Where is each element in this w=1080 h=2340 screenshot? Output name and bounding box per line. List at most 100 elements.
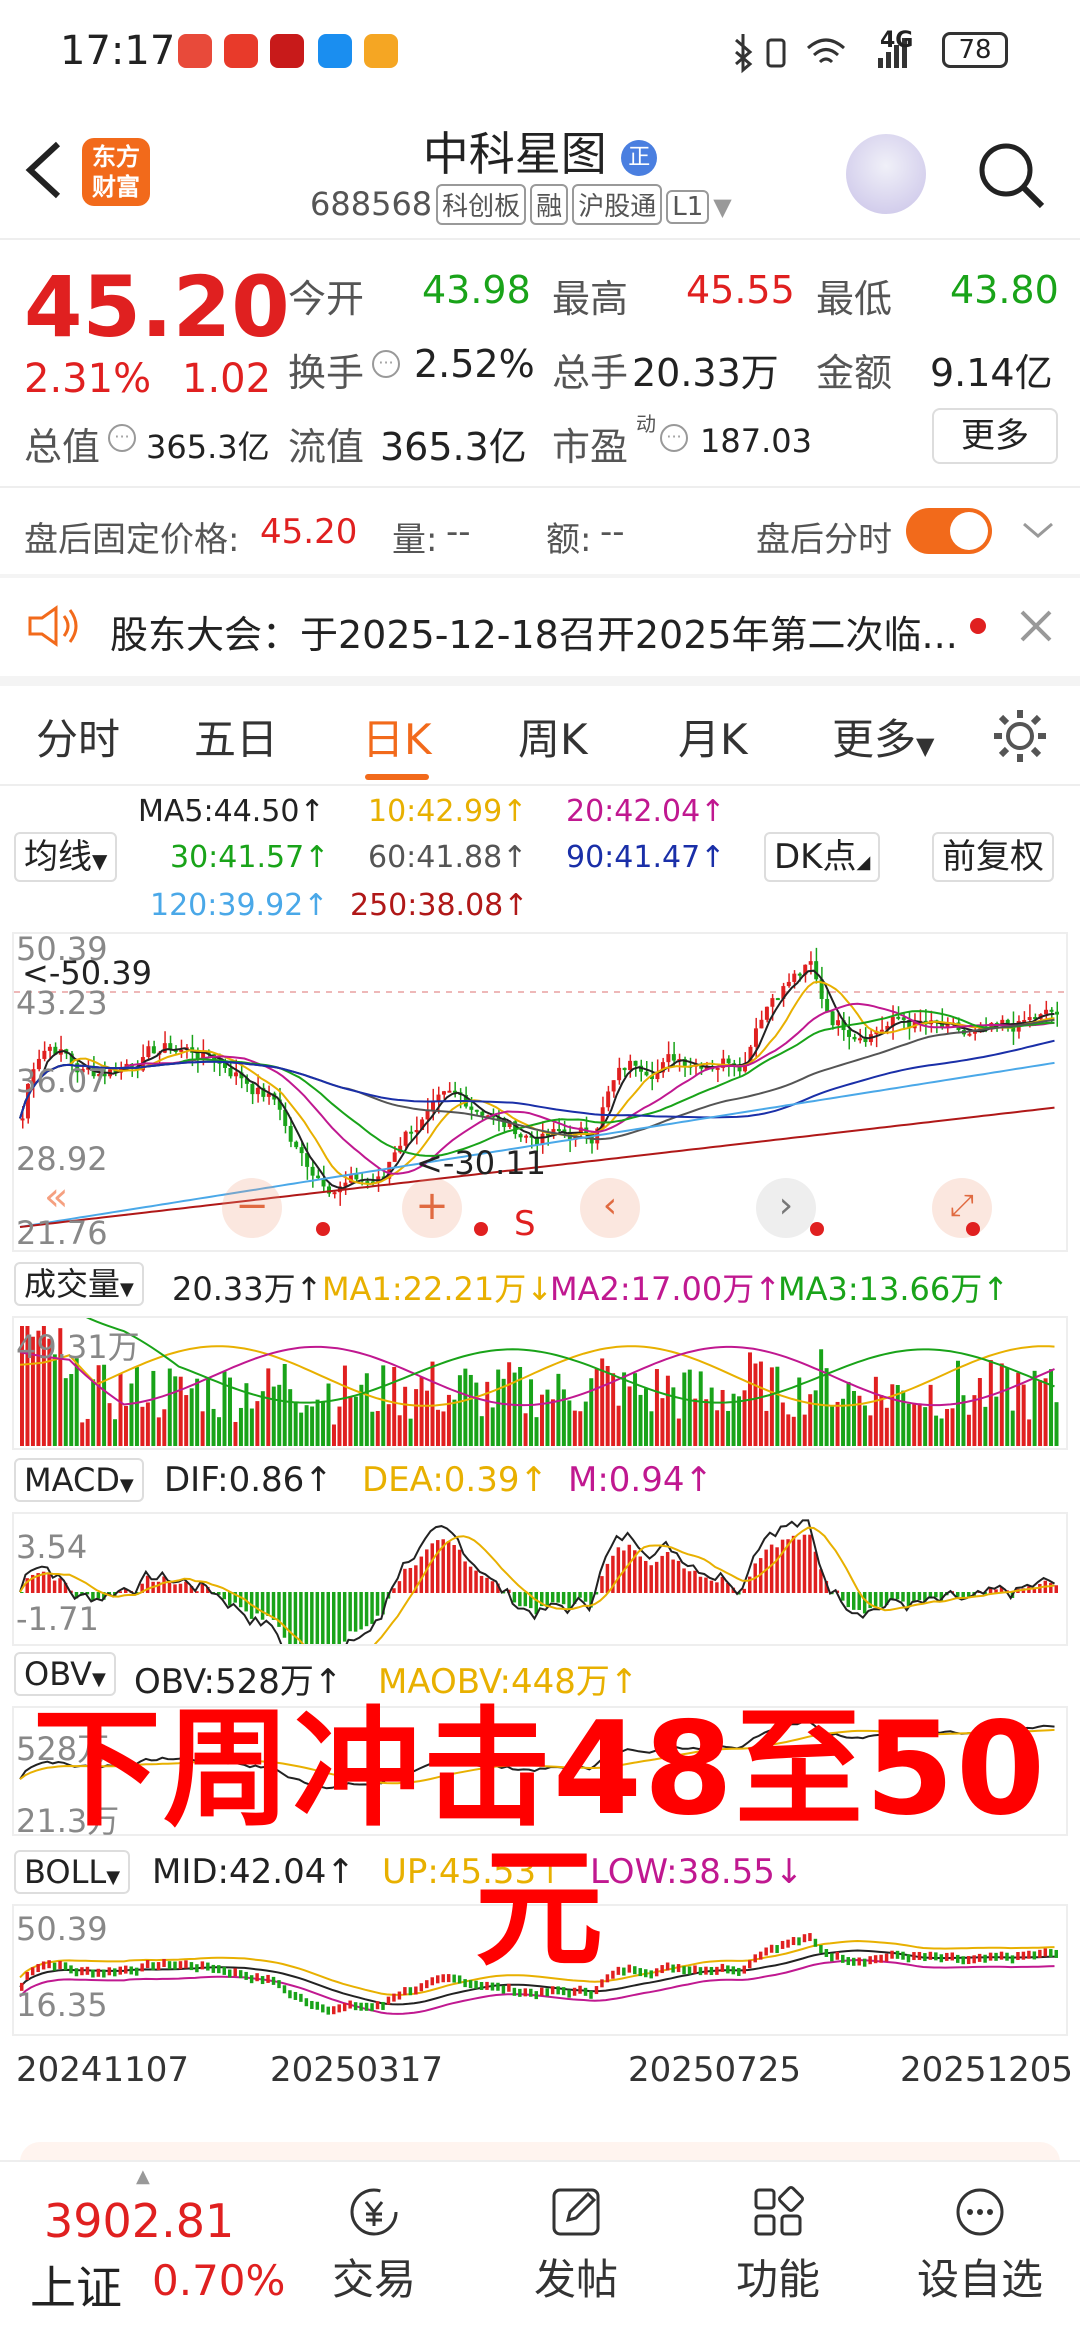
chevron-down-icon[interactable]: ▼	[713, 193, 731, 221]
search-icon[interactable]	[974, 138, 1048, 212]
info-icon[interactable]: ···	[660, 424, 688, 452]
boll-candle	[468, 1980, 473, 1989]
candle	[480, 1111, 485, 1116]
info-icon[interactable]: ···	[372, 350, 400, 378]
macd-histogram-bar	[627, 1544, 632, 1593]
volume-bar	[425, 1390, 430, 1446]
volume-bar	[824, 1368, 829, 1446]
macd-chart[interactable]: 3.54 -1.71	[12, 1512, 1068, 1646]
volume-bar	[852, 1390, 856, 1446]
volume-bar	[775, 1366, 780, 1446]
zoom-in-button[interactable]: +	[402, 1178, 462, 1238]
macd-histogram-bar	[173, 1584, 177, 1593]
notice-bar[interactable]: 股东大会：于2025-12-18召开2025年第二次临...	[0, 578, 1080, 674]
macd-histogram-bar	[282, 1592, 287, 1638]
macd-histogram-bar	[561, 1592, 566, 1605]
macd-histogram-bar	[200, 1583, 205, 1593]
boll-candle	[348, 2000, 352, 2009]
volume-bar	[654, 1369, 659, 1446]
tab-five-day[interactable]: 五日	[194, 706, 278, 767]
trade-button[interactable]: 交易	[304, 2184, 444, 2307]
kline-chart[interactable]: 50.39 43.23 36.07 28.92 21.76 <-50.39 <-…	[12, 930, 1068, 1252]
scroll-right-button[interactable]: ›	[756, 1178, 816, 1238]
scroll-left-fast-icon[interactable]: «	[44, 1174, 68, 1220]
volume-chart[interactable]: 49.31万	[12, 1316, 1068, 1450]
candle	[42, 1050, 47, 1059]
info-icon[interactable]: ···	[108, 424, 136, 452]
robot-assistant-icon[interactable]	[846, 134, 926, 214]
candle	[1022, 1020, 1027, 1023]
function-button[interactable]: 功能	[708, 2184, 848, 2307]
volume-bar	[917, 1403, 922, 1446]
pe-value: 187.03	[700, 422, 812, 460]
close-icon[interactable]	[1016, 606, 1056, 646]
volume-bar	[720, 1389, 725, 1446]
index-ticker[interactable]: ▲ 3902.81 上证 0.70%	[24, 2166, 294, 2322]
volume-bar	[988, 1360, 993, 1446]
macd-histogram-bar	[260, 1592, 265, 1620]
volume-bar	[474, 1382, 479, 1446]
macd-select[interactable]: MACD▼	[14, 1458, 144, 1502]
volume-bar	[74, 1358, 79, 1446]
scroll-left-button[interactable]: ‹	[580, 1178, 640, 1238]
macd-histogram-bar	[364, 1592, 369, 1627]
fullscreen-button[interactable]: ⤢	[932, 1178, 992, 1238]
date-axis: 20241107 20250317 20250725 20251205	[0, 2050, 1080, 2100]
volume-indicator-select[interactable]: 成交量▼	[14, 1262, 144, 1306]
after-hours-toggle[interactable]	[906, 508, 992, 554]
candle	[671, 1054, 676, 1061]
candle	[633, 1060, 638, 1066]
volume-bar	[310, 1406, 315, 1446]
macd-histogram-bar	[654, 1561, 659, 1593]
volume-bar	[140, 1406, 145, 1446]
macd-histogram-bar	[222, 1592, 226, 1600]
more-button[interactable]: 更多	[932, 408, 1058, 464]
volume-value: 20.33万↑	[172, 1270, 323, 1308]
zoom-out-button[interactable]: −	[222, 1178, 282, 1238]
macd-histogram-bar	[682, 1568, 686, 1593]
tab-monthly-k[interactable]: 月K	[678, 706, 748, 767]
volume-bar	[342, 1365, 347, 1446]
candle	[392, 1152, 397, 1162]
obv-select[interactable]: OBV▼	[14, 1652, 116, 1696]
volume-bar	[134, 1366, 139, 1446]
macd-histogram-bar	[912, 1592, 916, 1602]
tab-weekly-k[interactable]: 周K	[518, 706, 588, 767]
ma-select[interactable]: 均线▼	[14, 832, 118, 882]
boll-candle	[572, 1987, 577, 1996]
adjust-button[interactable]: 前复权	[932, 832, 1054, 882]
tab-daily-k[interactable]: 日K	[362, 706, 432, 767]
stock-code: 688568	[310, 185, 433, 223]
boll-candle	[342, 2003, 347, 2012]
macd-histogram-bar	[567, 1592, 571, 1610]
macd-y-top: 3.54	[16, 1528, 88, 1566]
volume-bar	[682, 1372, 687, 1446]
macd-histogram-bar	[228, 1592, 232, 1606]
volume-bar	[288, 1389, 293, 1446]
volume-bar	[523, 1413, 528, 1446]
post-button[interactable]: 发帖	[506, 2184, 646, 2307]
volume-bar	[1054, 1402, 1059, 1446]
gear-icon[interactable]	[990, 706, 1050, 766]
volume-bar	[835, 1401, 840, 1446]
tab-more[interactable]: 更多▼	[832, 706, 934, 767]
volume-bar	[255, 1401, 260, 1446]
volume-bar	[550, 1399, 555, 1446]
add-watchlist-button[interactable]: 设自选	[910, 2184, 1050, 2307]
notification-app-icon	[224, 34, 258, 68]
volume-bar	[452, 1399, 457, 1446]
y-axis-label: 28.92	[16, 1140, 108, 1178]
macd-histogram-bar	[321, 1592, 325, 1644]
boll-candle	[561, 1987, 566, 1996]
chevron-down-icon[interactable]	[1020, 518, 1056, 542]
volume-bar	[397, 1415, 402, 1446]
volume-bar	[638, 1394, 643, 1446]
dk-point-button[interactable]: DK点◢	[764, 832, 881, 882]
macd-histogram-bar	[649, 1565, 653, 1593]
volume-bar	[304, 1405, 309, 1446]
tab-intraday[interactable]: 分时	[36, 706, 120, 767]
low-value: 43.80	[950, 268, 1059, 312]
macd-histogram-bar	[326, 1592, 330, 1644]
volume-bar	[622, 1372, 627, 1446]
grid-icon	[754, 2186, 804, 2236]
